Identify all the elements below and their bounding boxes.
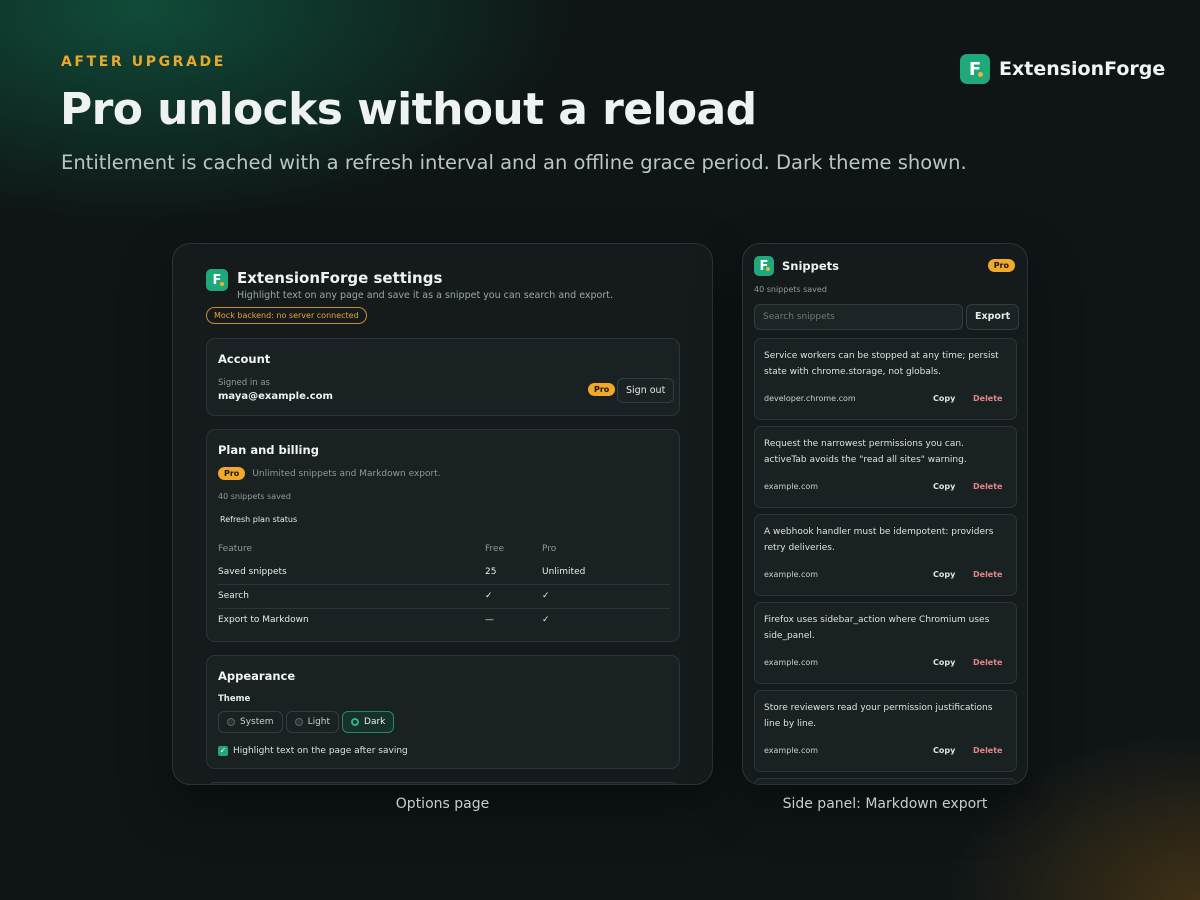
copy-button[interactable]: Copy <box>933 658 955 667</box>
billing-pro-badge: Pro <box>218 467 246 480</box>
appearance-title: Appearance <box>218 669 296 683</box>
feature-table: Feature Free Pro Saved snippets 25 Unlim… <box>218 538 670 632</box>
feature-cell: Export to Markdown <box>218 615 309 626</box>
free-cell: 25 <box>485 560 542 585</box>
appearance-card: Appearance Theme System Light Dark ✓ Hig… <box>206 655 680 769</box>
checkbox-checked-icon[interactable]: ✓ <box>218 746 228 756</box>
theme-option-label: System <box>240 717 274 727</box>
options-caption: Options page <box>395 796 490 812</box>
delete-button[interactable]: Delete <box>973 658 1002 667</box>
panel-header: F Snippets <box>754 256 839 276</box>
table-row: Search ✓ ✓ <box>218 584 670 609</box>
highlight-label: Highlight text on the page after saving <box>233 746 408 756</box>
free-cell: ✓ <box>485 584 542 609</box>
radio-selected-icon <box>351 718 360 726</box>
delete-button[interactable]: Delete <box>973 746 1002 755</box>
account-title: Account <box>218 352 271 366</box>
feature-table-header: Feature Free Pro <box>218 538 670 560</box>
snippet-card: Store reviewers read your permission jus… <box>754 690 1017 772</box>
panel-title: Snippets <box>782 259 840 273</box>
signed-in-label: Signed in as <box>218 378 270 388</box>
snippet-source: example.com <box>764 482 819 491</box>
theme-option-label: Light <box>307 717 331 727</box>
snippet-text: Firefox uses sidebar_action where Chromi… <box>764 615 990 641</box>
col-pro: Pro <box>542 544 557 554</box>
snippet-card: A webhook handler must be idempotent: pr… <box>754 514 1017 596</box>
headline: Pro unlocks without a reload <box>60 84 757 135</box>
theme-label: Theme <box>218 694 251 704</box>
subline: Entitlement is cached with a refresh int… <box>61 151 967 174</box>
mock-backend-badge: Mock backend: no server connected <box>206 307 367 324</box>
options-title: ExtensionForge settings <box>237 269 443 287</box>
feature-cell: Search <box>218 584 485 609</box>
account-pro-badge: Pro <box>588 383 616 396</box>
panel-caption: Side panel: Markdown export <box>782 796 988 812</box>
radio-icon <box>294 718 303 726</box>
snippet-text: Store reviewers read your permission jus… <box>764 703 993 729</box>
side-panel-frame: F Snippets Pro 40 snippets saved Export … <box>742 243 1028 785</box>
snippet-card: Request the narrowest permissions you ca… <box>754 426 1017 508</box>
plan-line: Pro Unlimited snippets and Markdown expo… <box>218 467 441 480</box>
brand-name: ExtensionForge <box>999 58 1166 80</box>
delete-button[interactable]: Delete <box>973 482 1002 491</box>
panel-snippet-count: 40 snippets saved <box>754 285 827 294</box>
panel-logo-icon: F <box>754 256 774 276</box>
billing-card: Plan and billing Pro Unlimited snippets … <box>206 429 680 642</box>
options-header: F ExtensionForge settings Highlight text… <box>206 269 613 301</box>
pro-cell: ✓ <box>542 584 670 609</box>
snippet-text: Request the narrowest permissions you ca… <box>764 439 967 465</box>
billing-saved-count: 40 snippets saved <box>218 492 291 501</box>
account-email: maya@example.com <box>218 391 333 402</box>
copy-button[interactable]: Copy <box>933 482 955 491</box>
delete-button[interactable]: Delete <box>973 394 1002 403</box>
search-input[interactable] <box>754 304 963 330</box>
free-cell: — <box>485 615 494 626</box>
table-row: Saved snippets 25 Unlimited <box>218 560 670 585</box>
theme-selector: System Light Dark <box>218 711 397 733</box>
account-card: Account Signed in as maya@example.com Pr… <box>206 338 680 416</box>
theme-option-system[interactable]: System <box>218 711 283 733</box>
sign-out-button[interactable]: Sign out <box>617 378 675 403</box>
snippet-card-partial <box>754 778 1017 784</box>
panel-pro-badge: Pro <box>987 259 1015 272</box>
radio-icon <box>227 718 235 726</box>
eyebrow: AFTER UPGRADE <box>61 54 226 70</box>
export-button[interactable]: Export <box>966 304 1020 330</box>
snippet-source: developer.chrome.com <box>764 394 856 403</box>
snippet-source: example.com <box>764 658 819 667</box>
pro-cell: Unlimited <box>542 560 670 585</box>
copy-button[interactable]: Copy <box>933 746 955 755</box>
table-row: Export to Markdown — ✓ <box>218 608 670 632</box>
theme-option-label: Dark <box>364 717 386 727</box>
options-logo-icon: F <box>206 269 228 291</box>
snippet-text: A webhook handler must be idempotent: pr… <box>764 527 994 553</box>
billing-title: Plan and billing <box>218 443 319 457</box>
theme-option-dark[interactable]: Dark <box>342 711 395 733</box>
plan-description: Unlimited snippets and Markdown export. <box>252 468 441 479</box>
col-feature: Feature <box>218 544 253 554</box>
snippet-card: Service workers can be stopped at any ti… <box>754 338 1017 420</box>
copy-button[interactable]: Copy <box>933 394 955 403</box>
highlight-option[interactable]: ✓ Highlight text on the page after savin… <box>218 746 408 756</box>
pro-cell: ✓ <box>542 615 550 626</box>
col-free: Free <box>485 544 505 554</box>
snippet-source: example.com <box>764 746 819 755</box>
theme-option-light[interactable]: Light <box>285 711 340 733</box>
snippet-source: example.com <box>764 570 819 579</box>
next-card-edge <box>206 782 680 784</box>
snippet-text: Service workers can be stopped at any ti… <box>764 351 999 377</box>
options-page-frame: F ExtensionForge settings Highlight text… <box>172 243 713 785</box>
refresh-plan-button[interactable]: Refresh plan status <box>220 515 297 524</box>
delete-button[interactable]: Delete <box>973 570 1002 579</box>
copy-button[interactable]: Copy <box>933 570 955 579</box>
feature-cell: Saved snippets <box>218 560 485 585</box>
brand-logo-icon: F <box>960 54 990 84</box>
options-description: Highlight text on any page and save it a… <box>237 290 614 301</box>
brand: F ExtensionForge <box>960 54 1165 84</box>
snippet-card: Firefox uses sidebar_action where Chromi… <box>754 602 1017 684</box>
